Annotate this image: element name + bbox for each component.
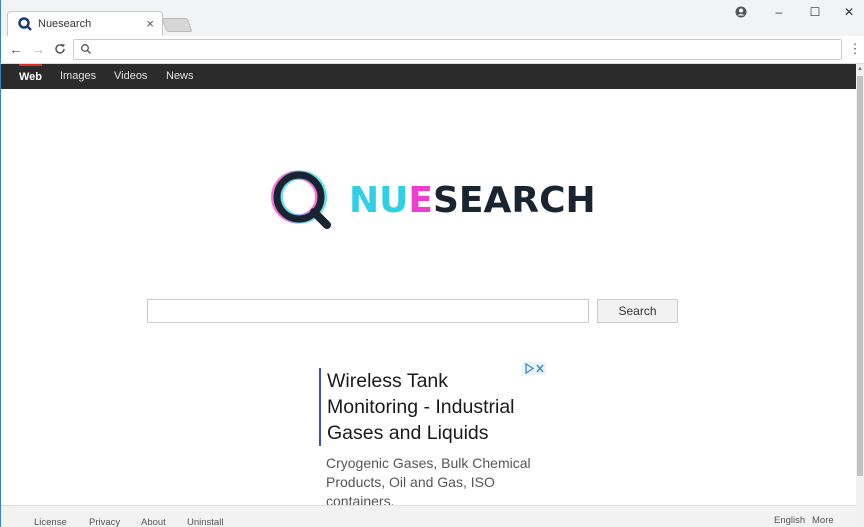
scroll-thumb[interactable] <box>857 76 863 476</box>
footer-link-about[interactable]: About <box>141 517 166 527</box>
forward-arrow-icon[interactable]: → <box>29 40 47 58</box>
logo-wordmark: NUESEARCH <box>349 180 596 221</box>
category-navbar: Web Images Videos News <box>1 64 856 89</box>
ad-description: Cryogenic Gases, Bulk Chemical Products,… <box>326 455 531 509</box>
page-footer: License Privacy About Uninstall English … <box>1 505 856 527</box>
nav-tab-videos[interactable]: Videos <box>114 64 147 89</box>
ad-block: Wireless Tank Monitoring - Industrial Ga… <box>319 362 547 516</box>
browser-tab[interactable]: Nuesearch × <box>7 11 163 37</box>
footer-link-more[interactable]: More <box>812 515 834 526</box>
scroll-up-arrow-icon[interactable]: ▲ <box>857 66 863 72</box>
address-bar[interactable] <box>73 39 842 60</box>
footer-link-uninstall[interactable]: Uninstall <box>187 517 223 527</box>
search-button[interactable]: Search <box>597 299 678 323</box>
page-scrollbar[interactable]: ▲ <box>856 64 864 527</box>
logo-magnifier-icon <box>271 170 331 229</box>
browser-menu-icon[interactable]: ⋮ <box>848 40 862 58</box>
back-arrow-icon[interactable]: ← <box>7 40 25 58</box>
nuesearch-favicon-icon <box>18 17 32 31</box>
search-icon <box>81 44 91 54</box>
ad-title-link[interactable]: Wireless Tank Monitoring - Industrial Ga… <box>319 368 539 446</box>
maximize-button[interactable]: ☐ <box>797 3 833 21</box>
nuesearch-logo: NUESEARCH <box>269 168 599 230</box>
footer-link-license[interactable]: License <box>34 517 67 527</box>
new-tab-button[interactable] <box>161 18 193 32</box>
footer-link-privacy[interactable]: Privacy <box>89 517 120 527</box>
search-input[interactable] <box>147 299 589 323</box>
tab-close-icon[interactable]: × <box>146 16 154 31</box>
nav-tab-images[interactable]: Images <box>60 64 96 89</box>
profile-icon[interactable] <box>723 3 759 21</box>
minimize-button[interactable]: – <box>761 3 797 21</box>
nav-tab-web[interactable]: Web <box>19 64 43 89</box>
page-content: Web Images Videos News NUESEARCH Search … <box>0 64 856 527</box>
address-input[interactable] <box>96 42 836 57</box>
footer-link-language[interactable]: English <box>774 515 805 526</box>
reload-icon[interactable] <box>51 40 69 58</box>
tab-title: Nuesearch <box>38 18 92 30</box>
close-window-button[interactable]: ✕ <box>831 3 864 21</box>
title-bar: Nuesearch × – ☐ ✕ <box>0 0 864 37</box>
nav-tab-news[interactable]: News <box>166 64 194 89</box>
browser-toolbar: ← → ⋮ <box>0 36 864 64</box>
